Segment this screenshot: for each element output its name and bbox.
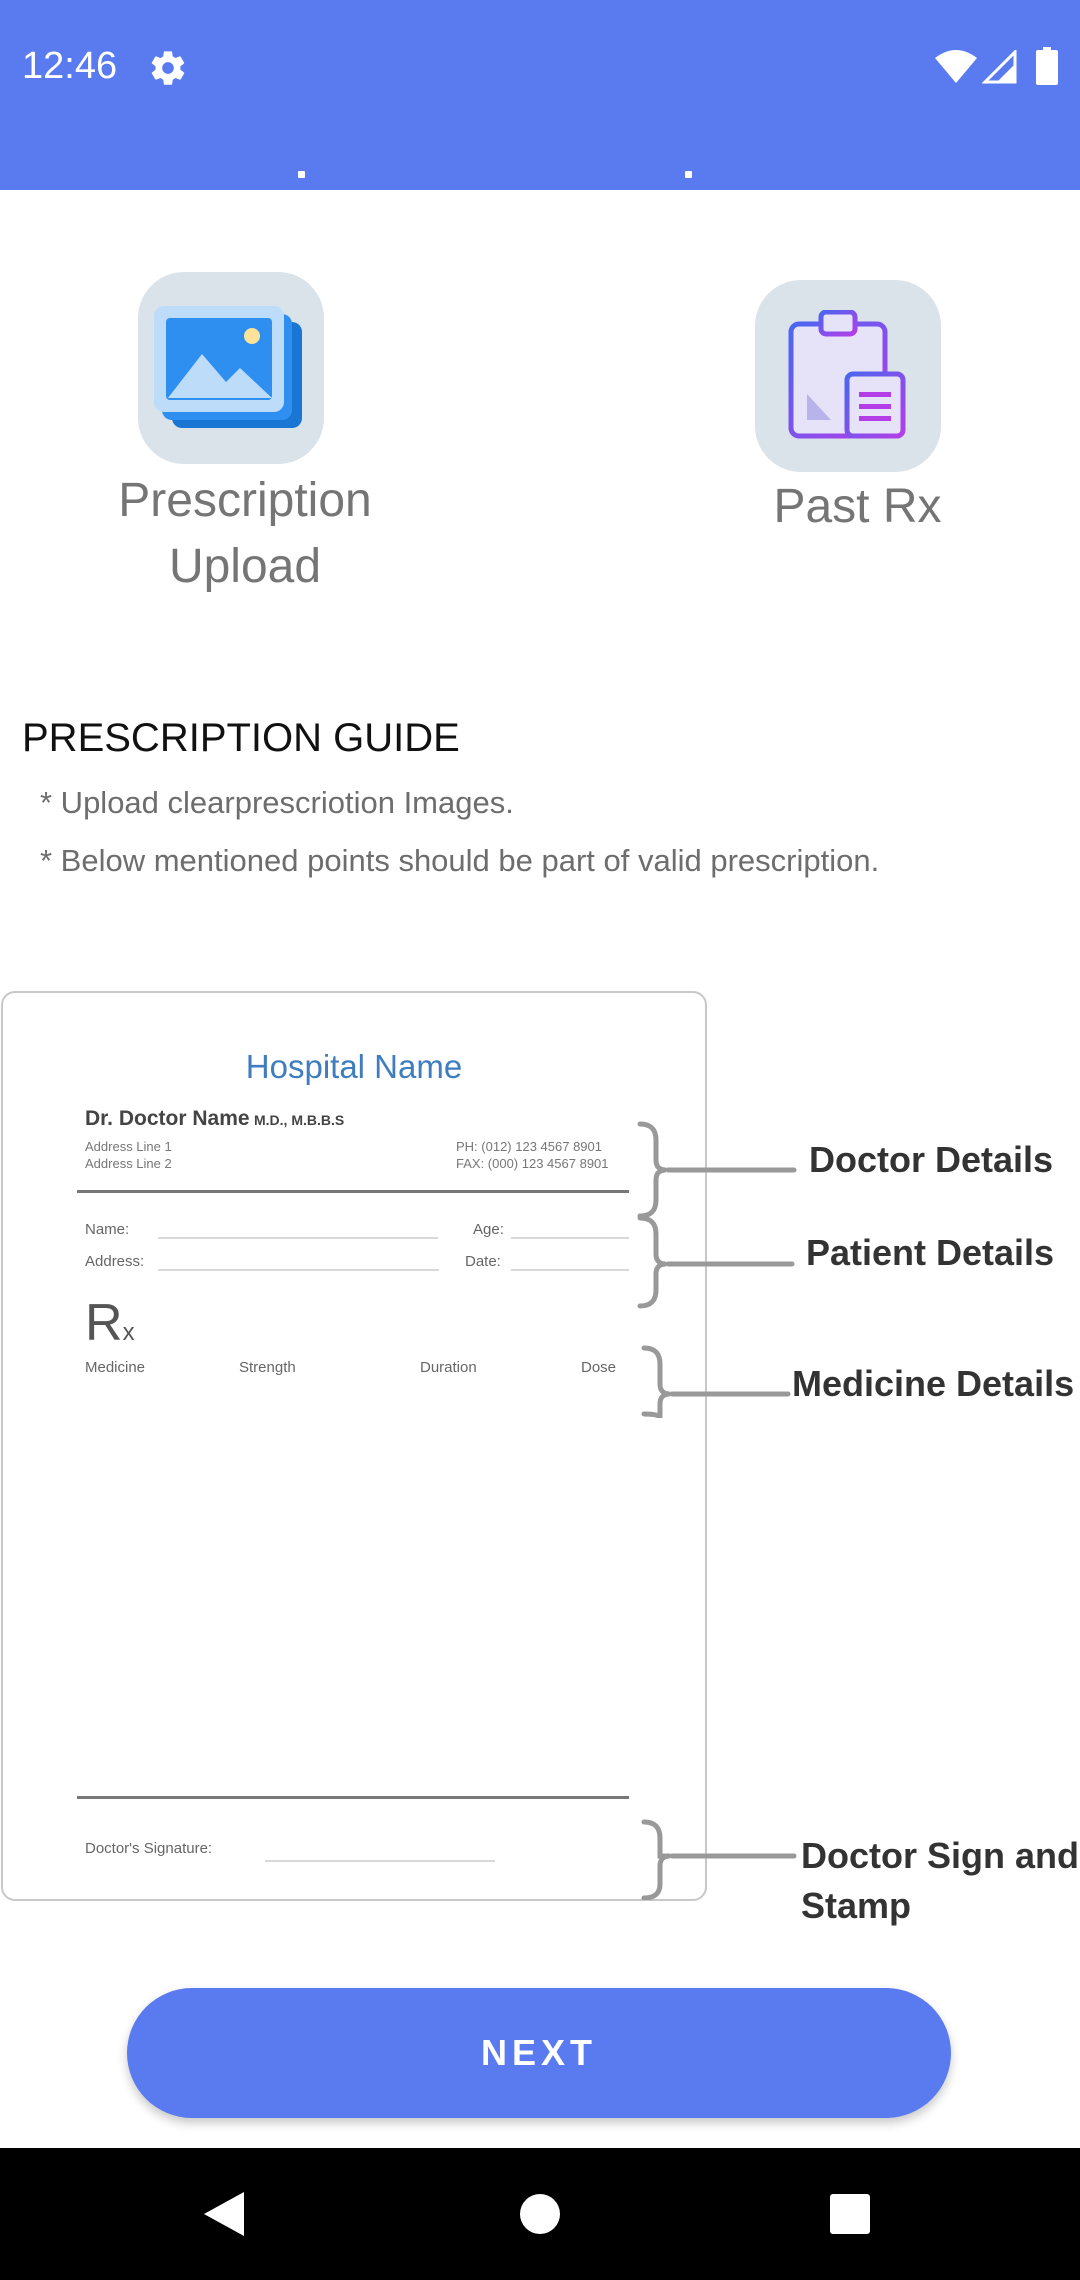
image-gallery-icon [154,306,302,428]
fax-number: FAX: (000) 123 4567 8901 [456,1156,609,1171]
header-divider [77,1190,629,1193]
age-label: Age: [473,1221,504,1238]
tab-indicator-dot [298,171,305,178]
past-rx-label: Past Rx [773,480,942,533]
status-bar: 12:46 [0,0,1080,190]
gear-icon [151,51,185,85]
guide-item: * Below mentioned points should be part … [40,843,880,878]
phone-number: PH: (012) 123 4567 8901 [456,1139,602,1154]
doctor-name-line: Dr. Doctor Name M.D., M.B.B.S [85,1107,344,1131]
name-field-line [158,1237,438,1239]
sample-prescription: Hospital Name Dr. Doctor Name M.D., M.B.… [1,991,707,1901]
address-line-2: Address Line 2 [85,1156,172,1171]
date-field-line [511,1269,629,1271]
annotation-patient-details: Patient Details [806,1232,1055,1273]
recents-icon[interactable] [828,2192,872,2236]
annotation-doctor-sign-line1: Doctor Sign and [801,1835,1079,1876]
prescription-upload-label: Prescription Upload [118,474,372,593]
column-strength: Strength [239,1359,296,1376]
signal-icon [982,50,1017,84]
navigation-bar [0,2148,1080,2280]
rx-symbol: Rx [85,1294,135,1352]
column-duration: Duration [420,1359,477,1376]
annotation-medicine-details: Medicine Details [792,1363,1075,1404]
guide-item: * Upload clearprescriotion Images. [40,785,514,820]
address-line-1: Address Line 1 [85,1139,172,1154]
clipboard-icon [788,310,906,439]
past-rx-icon-tile [755,280,941,472]
patient-details-brace [637,1215,667,1309]
column-medicine: Medicine [85,1359,146,1376]
status-time: 12:46 [22,45,118,87]
doctor-sign-brace [641,1819,671,1900]
age-field-line [511,1237,629,1239]
guide-title: PRESCRIPTION GUIDE [22,716,460,760]
doctor-name: Dr. Doctor Name [85,1107,250,1130]
annotation-doctor-details: Doctor Details [809,1139,1054,1180]
back-icon[interactable] [202,2190,246,2238]
prescription-upload-option[interactable]: Prescription Upload [80,272,410,602]
annotation-doctor-sign-line2: Stamp [801,1885,912,1926]
column-dose: Dose [581,1359,617,1376]
date-label: Date: [465,1253,501,1270]
battery-icon [1036,47,1058,85]
home-icon[interactable] [518,2192,562,2236]
name-label: Name: [85,1221,130,1238]
medicine-details-brace [641,1345,671,1419]
hospital-name: Hospital Name [245,1048,463,1085]
doctor-degrees: M.D., M.B.B.S [254,1112,345,1128]
past-rx-option[interactable]: Past Rx [740,280,980,550]
next-button[interactable]: NEXT [127,1988,951,2118]
signature-label: Doctor's Signature: [85,1840,213,1857]
doctor-details-brace [637,1121,667,1219]
wifi-icon [935,50,977,83]
address-label: Address: [85,1253,145,1270]
address-field-line [158,1269,439,1271]
signature-field-line [265,1860,495,1862]
annotation-braces [637,1121,797,1900]
tab-indicator-dot [685,171,692,178]
footer-divider [77,1796,629,1799]
upload-icon-tile [138,272,324,464]
